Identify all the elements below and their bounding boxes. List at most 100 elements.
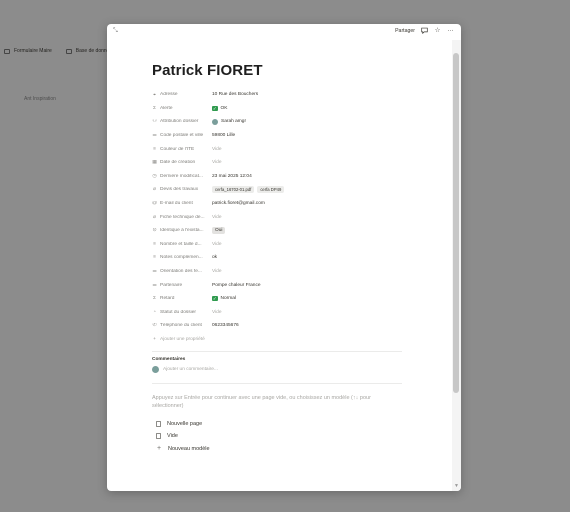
add-property-label: Ajouter une propriété [160, 336, 205, 342]
template-item-new-template[interactable]: + Nouveau modèle [156, 443, 402, 456]
page-title[interactable]: Patrick FIORET [152, 62, 402, 84]
property-name: Adresse [160, 92, 178, 98]
template-label: Nouveau modèle [168, 445, 210, 452]
page-modal: ⤡ Partager ☆ ··· ▼ Patrick FIORET ⌖ Adres… [107, 24, 461, 491]
modal-topbar: ⤡ Partager ☆ ··· [107, 24, 461, 40]
scroll-down-arrow[interactable]: ▼ [453, 483, 460, 490]
property-name: Partenaire [160, 282, 183, 288]
property-name: E-mail du client [160, 201, 193, 207]
file-chip[interactable]: cerfa DP49 [257, 186, 285, 194]
text-icon: ≡ [153, 146, 156, 152]
property-value[interactable]: Vide [212, 310, 222, 315]
template-item-new-page[interactable]: Nouvelle page [156, 418, 402, 431]
text-icon: ≡ [153, 241, 156, 247]
property-value[interactable]: Vide [212, 242, 222, 247]
property-name: Devis des travaux [160, 187, 199, 193]
property-row[interactable]: ☰ Code postale et ville 59800 Lille [152, 129, 402, 143]
property-row[interactable]: ≡ Nombre et taille d... Vide [152, 238, 402, 252]
text-icon: ≡ [153, 255, 156, 261]
select-tag[interactable]: Oui [212, 227, 226, 235]
paperclip-icon: ⌀ [153, 214, 156, 220]
property-value[interactable]: Vide [212, 147, 222, 152]
clock-icon: ◷ [152, 173, 157, 179]
property-value: 23 mai 2025 12:04 [212, 173, 252, 179]
property-name: Nombre et taille d... [160, 241, 202, 247]
property-value[interactable]: ok [212, 255, 217, 260]
list-icon: ☰ [152, 269, 157, 275]
list-icon: ☰ [152, 133, 157, 139]
property-value[interactable]: 59800 Lille [212, 133, 235, 138]
property-row[interactable]: ✆ Téléphone du client 0623345676 [152, 319, 402, 333]
status-icon: ◔ [153, 309, 156, 315]
property-row[interactable]: ☰ Orientation des fe... Vide [152, 265, 402, 279]
people-icon: ⚇ [152, 119, 157, 125]
property-row[interactable]: ⌀ Devis des travaux cerfa_16702-01.pdf ce… [152, 183, 402, 197]
property-row[interactable]: ◔ Statut du dossier Vide [152, 306, 402, 320]
property-value: Normal [220, 296, 236, 302]
property-name: Fiche technique de... [160, 214, 205, 220]
property-name: Couleur de l'ITE [160, 146, 195, 152]
property-row[interactable]: ⌖ Adresse 10 Rue des Bouchers [152, 88, 402, 102]
property-value[interactable]: Vide [212, 215, 222, 220]
template-label: Nouvelle page [167, 420, 203, 427]
page-icon [156, 420, 161, 427]
property-row[interactable]: ≡ Couleur de l'ITE Vide [152, 142, 402, 156]
property-row[interactable]: ≡ Notes complémen... ok [152, 251, 402, 265]
property-name: Identique à l'exista... [160, 228, 204, 234]
property-name: Retard [160, 296, 175, 302]
divider [152, 350, 402, 352]
check-icon: ✓ [212, 105, 218, 112]
property-name: Orientation des fe... [160, 269, 202, 275]
property-value: OK [220, 105, 228, 111]
star-icon[interactable]: ☆ [434, 27, 441, 34]
avatar [152, 366, 159, 374]
template-item-empty[interactable]: Vide [156, 430, 402, 443]
property-name: Dernière modificat... [160, 173, 203, 179]
phone-icon: ✆ [152, 323, 157, 329]
comments-heading: Commentaires [152, 356, 186, 362]
comment-icon[interactable] [421, 27, 428, 34]
property-value[interactable]: 10 Rue des Bouchers [212, 92, 258, 97]
file-chip[interactable]: cerfa_16702-01.pdf [212, 186, 255, 194]
property-value[interactable]: Sarah amgr [221, 119, 246, 124]
property-value[interactable]: Vide [212, 160, 222, 165]
select-icon: ⊙ [152, 228, 157, 234]
property-row[interactable]: ⌀ Fiche technique de... Vide [152, 210, 402, 224]
property-name: Statut du dossier [160, 309, 196, 315]
property-value[interactable]: 0623345676 [212, 323, 239, 328]
location-icon: ⌖ [153, 92, 156, 98]
property-row[interactable]: ⊙ Identique à l'exista... Oui [152, 224, 402, 238]
property-row[interactable]: Σ Retard ✓ Normal [152, 292, 402, 306]
list-icon: ☰ [152, 282, 157, 288]
share-button[interactable]: Partager [395, 28, 415, 34]
add-property-button[interactable]: + Ajouter une propriété [152, 333, 402, 346]
expand-icon[interactable]: ⤡ [113, 28, 120, 35]
property-name: Attribution dossier [160, 119, 199, 125]
property-name: Date de création [160, 160, 196, 166]
sigma-icon: Σ [153, 296, 156, 302]
plus-icon: + [156, 444, 162, 452]
property-value[interactable]: Vide [212, 269, 222, 274]
calendar-icon: ▦ [152, 160, 157, 166]
property-row[interactable]: ▦ Date de création Vide [152, 156, 402, 170]
at-icon: @ [152, 201, 157, 207]
property-name: Téléphone du client [160, 323, 202, 329]
empty-page-hint: Appuyez sur Entrée pour continuer avec u… [152, 394, 371, 409]
property-value[interactable]: Pompe chaleur France [212, 283, 261, 288]
check-icon: ✓ [212, 295, 218, 302]
template-list: Nouvelle page Vide + Nouveau modèle [152, 418, 402, 456]
property-row[interactable]: ⚇ Attribution dossier Sarah amgr [152, 115, 402, 129]
comment-placeholder: Ajouter un commentaire... [163, 367, 218, 373]
comment-input[interactable]: Ajouter un commentaire... [152, 365, 402, 375]
sigma-icon: Σ [153, 105, 156, 111]
property-name: Code postale et ville [160, 133, 204, 139]
property-value[interactable]: patrick.fioret@gmail.com [212, 201, 265, 206]
property-row[interactable]: @ E-mail du client patrick.fioret@gmail.c… [152, 197, 402, 211]
scrollbar-thumb[interactable] [453, 53, 459, 393]
property-name: Notes complémen... [160, 255, 203, 261]
page-icon [156, 433, 161, 440]
more-icon[interactable]: ··· [447, 27, 454, 34]
property-row[interactable]: ☰ Partenaire Pompe chaleur France [152, 278, 402, 292]
property-row[interactable]: ◷ Dernière modificat... 23 mai 2025 12:04 [152, 170, 402, 184]
property-row[interactable]: Σ Alerte ✓ OK [152, 102, 402, 116]
